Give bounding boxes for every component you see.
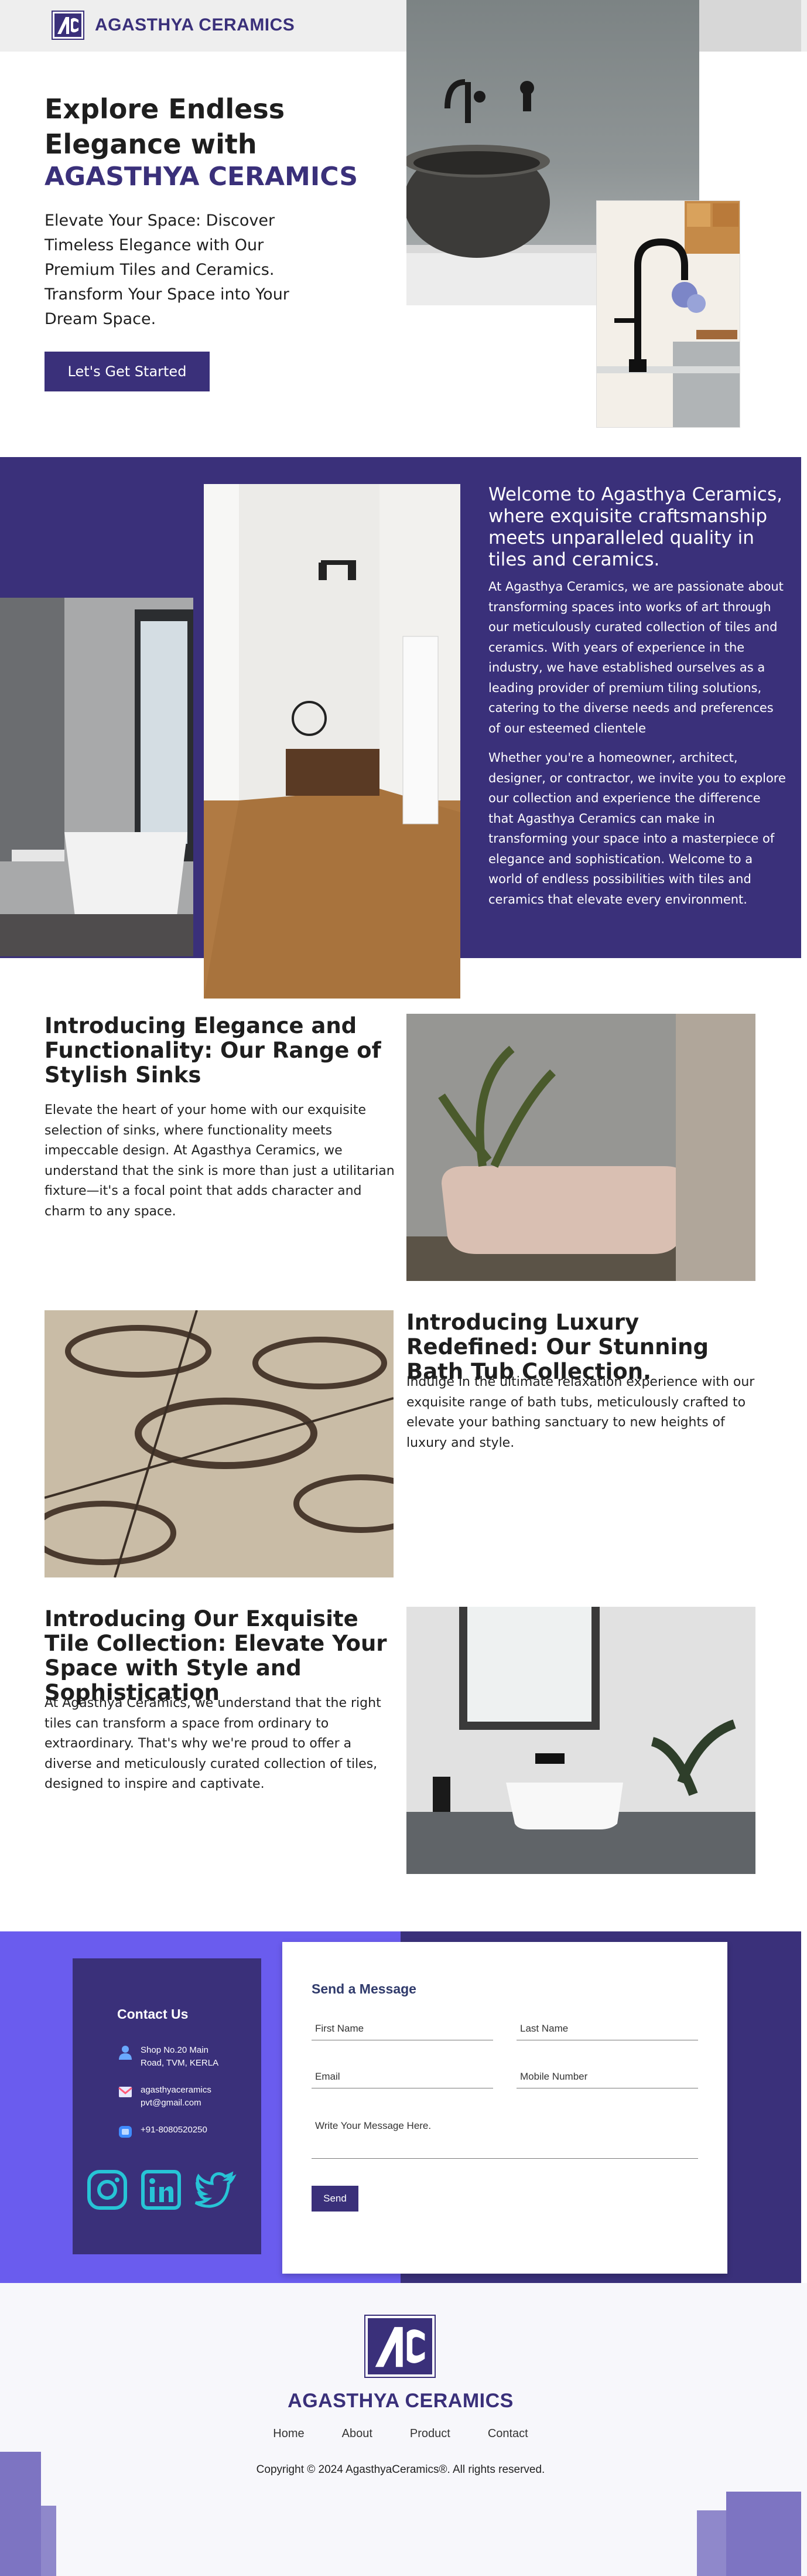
send-button[interactable]: Send	[312, 2186, 358, 2212]
sinks-title: Introducing Elegance and Functionality: …	[45, 1013, 381, 1088]
bathtubs-body: Indulge in the ultimate relaxation exper…	[406, 1375, 755, 1450]
footer-decoration-right-2	[697, 2510, 767, 2576]
footer-link-product[interactable]: Product	[410, 2427, 450, 2441]
footer-copyright: Copyright © 2024 AgasthyaCeramics®. All …	[256, 2463, 545, 2476]
about-paragraph-2: Whether you're a homeowner, architect, d…	[488, 751, 786, 907]
contact-email[interactable]: agasthyaceramics pvt@gmail.com	[141, 2084, 228, 2110]
brand-name: AGASTHYA CERAMICS	[95, 15, 295, 35]
email-input[interactable]	[312, 2065, 493, 2088]
footer-decoration-left-2	[0, 2506, 56, 2576]
footer-brand-name: AGASTHYA CERAMICS	[288, 2390, 514, 2412]
about-paragraph-1: At Agasthya Ceramics, we are passionate …	[488, 580, 784, 735]
tiles-body: At Agasthya Ceramics, we understand that…	[45, 1696, 381, 1791]
footer-link-about[interactable]: About	[342, 2427, 372, 2441]
last-name-input[interactable]	[517, 2017, 698, 2040]
footer-links: Home About Product Contact	[0, 2427, 801, 2441]
hero-subtitle: Elevate Your Space: Discover Timeless El…	[45, 212, 289, 328]
bathtub-tile-photo	[45, 1310, 394, 1577]
contact-phone[interactable]: +91-8080520250	[141, 2124, 228, 2137]
message-textarea[interactable]	[312, 2118, 698, 2159]
page: AGASTHYA CERAMICS Home About Product Con…	[0, 0, 807, 2576]
first-name-input[interactable]	[312, 2017, 493, 2040]
get-started-button[interactable]: Let's Get Started	[45, 352, 210, 391]
hero-title: Explore Endless Elegance with	[45, 93, 285, 160]
mobile-input[interactable]	[517, 2065, 698, 2088]
about-title: Welcome to Agasthya Ceramics, where exqu…	[488, 484, 782, 570]
phone-icon	[119, 2126, 132, 2138]
footer-link-contact[interactable]: Contact	[488, 2427, 528, 2441]
nav-contact-bg	[699, 0, 801, 52]
about-bathroom-photo	[0, 598, 193, 956]
contact-title: Contact Us	[117, 2006, 189, 2022]
email-icon	[118, 2087, 132, 2097]
tiles-washroom-photo	[406, 1607, 755, 1874]
hero-faucet-photo	[596, 200, 740, 428]
footer-link-home[interactable]: Home	[273, 2427, 304, 2441]
instagram-icon[interactable]	[86, 2168, 129, 2212]
brand-logo[interactable]: AGASTHYA CERAMICS	[52, 11, 295, 40]
contact-email-row: agasthyaceramics pvt@gmail.com	[117, 2084, 228, 2110]
linkedin-icon[interactable]	[139, 2168, 183, 2212]
contact-address: Shop No.20 Main Road, TVM, KERLA	[141, 2045, 219, 2068]
social-links	[86, 2168, 247, 2212]
contact-phone-row: +91-8080520250	[117, 2124, 228, 2140]
footer-logo-icon[interactable]	[364, 2315, 436, 2378]
logo-mark-icon	[52, 11, 84, 40]
hero-brand: AGASTHYA CERAMICS	[45, 162, 358, 192]
tiles-title: Introducing Our Exquisite Tile Collectio…	[45, 1606, 387, 1705]
sinks-body: Elevate the heart of your home with our …	[45, 1103, 395, 1219]
about-hallway-photo	[204, 484, 460, 999]
location-icon	[119, 2046, 132, 2060]
twitter-icon[interactable]	[193, 2168, 237, 2212]
sinks-bathtub-photo	[406, 1014, 755, 1281]
contact-address-row: Shop No.20 Main Road, TVM, KERLA	[117, 2044, 228, 2070]
form-title: Send a Message	[312, 1981, 416, 1996]
